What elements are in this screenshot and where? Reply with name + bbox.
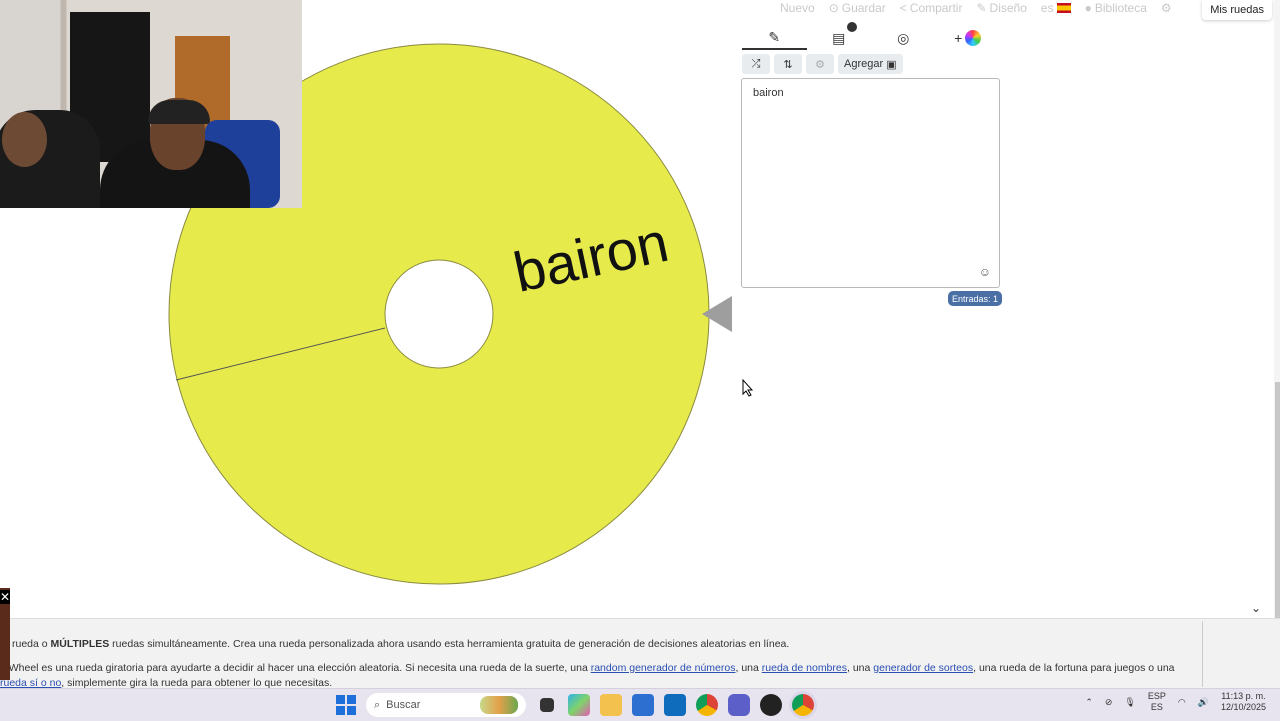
spain-flag-icon <box>1056 3 1071 13</box>
editor-tabs: ✎ ▤ ◎ + <box>742 22 1001 50</box>
search-icon: ⌕ <box>374 698 381 711</box>
language-label: es <box>1040 1 1054 15</box>
save-icon: ⊙ <box>828 1 839 15</box>
entries-textarea[interactable]: bairon ☺ <box>741 78 1000 288</box>
description-line-1: rueda o MÚLTIPLES ruedas simultáneamente… <box>12 638 790 650</box>
language-selector[interactable]: es <box>1041 1 1071 15</box>
save-button[interactable]: ⊙ Guardar <box>829 1 886 15</box>
my-wheels-button[interactable]: Mis ruedas <box>1202 0 1272 20</box>
wifi-icon[interactable]: ◠ <box>1178 697 1186 708</box>
library-button[interactable]: ● Biblioteca <box>1085 1 1147 15</box>
wheel-center[interactable] <box>384 259 494 369</box>
description-section: rueda o MÚLTIPLES ruedas simultáneamente… <box>0 618 1280 689</box>
save-label: Guardar <box>841 1 886 15</box>
tab-hide[interactable]: ◎ <box>871 26 936 50</box>
entries-count-badge: Entradas: 1 <box>948 291 1003 306</box>
number-generator-link[interactable]: random generador de números <box>591 662 736 674</box>
microphone-icon[interactable]: 🎙 <box>1124 697 1135 708</box>
close-icon[interactable]: ✕ <box>0 590 10 604</box>
my-wheels-label: Mis ruedas <box>1210 4 1264 16</box>
chrome-icon[interactable] <box>696 694 718 716</box>
file-explorer-icon[interactable] <box>600 694 622 716</box>
editor-toolbar: ⤮ ⇅ ⚙ Agregar ▣ <box>742 54 903 74</box>
tab-edit[interactable]: ✎ <box>742 26 807 50</box>
entry-item: bairon <box>753 87 784 99</box>
chrome-active-icon[interactable] <box>792 694 814 716</box>
globe-icon: ● <box>1084 1 1092 15</box>
mouse-cursor-icon <box>742 379 754 397</box>
gear-icon: ⚙ <box>1160 1 1172 15</box>
entries-count-label: Entradas: 1 <box>952 293 999 304</box>
windows-start-icon[interactable] <box>336 695 356 715</box>
advanced-button[interactable]: ⚙ <box>806 54 834 74</box>
clock[interactable]: 11:13 p. m. 12/10/2025 <box>1221 691 1266 713</box>
new-label: Nuevo <box>780 1 815 15</box>
task-view-icon[interactable] <box>540 698 554 712</box>
add-image-label: Agregar <box>844 58 884 70</box>
description-line-2: e Wheel es una rueda giratoria para ayud… <box>0 662 1175 674</box>
image-icon: ▣ <box>886 58 897 71</box>
app-icon[interactable] <box>728 694 750 716</box>
shuffle-button[interactable]: ⤮ <box>742 54 770 74</box>
add-image-button[interactable]: Agregar ▣ <box>838 54 903 74</box>
obs-icon[interactable] <box>760 694 782 716</box>
page-scrollbar[interactable] <box>1274 0 1280 690</box>
shuffle-icon: ⤮ <box>751 57 761 70</box>
webcam-overlay <box>0 0 302 208</box>
windows-taskbar: ⌕ Buscar ⌃ ⊘ 🎙 ESP ES ◠ 🔊 11:13 p. m. 12/1… <box>0 688 1280 721</box>
pencil-icon: ✎ <box>976 1 987 15</box>
store-icon[interactable] <box>632 694 654 716</box>
design-button[interactable]: ✎ Diseño <box>976 1 1026 15</box>
design-label: Diseño <box>989 1 1027 15</box>
share-button[interactable]: < Compartir <box>900 1 963 15</box>
volume-icon[interactable]: 🔊 <box>1198 697 1209 708</box>
system-tray: ⌃ ⊘ 🎙 ESP ES ◠ 🔊 11:13 p. m. 12/10/2025 <box>1085 691 1266 713</box>
name-wheel-link[interactable]: rueda de nombres <box>762 662 847 674</box>
raffle-generator-link[interactable]: generador de sorteos <box>873 662 973 674</box>
tab-add-wheel[interactable]: + <box>936 26 1001 50</box>
eye-slash-icon: ◎ <box>897 29 910 46</box>
sort-icon: ⇅ <box>783 58 793 71</box>
settings-button[interactable]: ⚙ <box>1161 1 1172 15</box>
chevron-up-icon[interactable]: ⌃ <box>1085 697 1093 708</box>
copilot-icon[interactable] <box>568 694 590 716</box>
wheel-pointer-icon <box>702 296 732 332</box>
share-icon: < <box>899 1 907 15</box>
new-button[interactable]: Nuevo <box>780 1 815 15</box>
chevron-down-icon[interactable]: ⌄ <box>1251 601 1261 615</box>
library-label: Biblioteca <box>1094 1 1147 15</box>
pencil-icon: ✎ <box>768 28 781 45</box>
sort-button[interactable]: ⇅ <box>774 54 802 74</box>
results-badge <box>847 22 857 32</box>
plus-icon: + <box>954 30 963 46</box>
share-label: Compartir <box>909 1 963 15</box>
taskbar-search[interactable]: ⌕ Buscar <box>366 693 526 717</box>
tab-results[interactable]: ▤ <box>807 22 872 50</box>
outlook-icon[interactable] <box>664 694 686 716</box>
clipboard-icon: ▤ <box>832 29 846 46</box>
search-placeholder: Buscar <box>386 699 421 711</box>
input-language[interactable]: ESP ES <box>1148 691 1166 713</box>
search-highlight-icon <box>480 696 518 714</box>
color-wheel-icon <box>965 30 982 46</box>
network-off-icon[interactable]: ⊘ <box>1105 697 1113 708</box>
scrollbar-thumb[interactable] <box>1275 382 1280 618</box>
emoji-icon[interactable]: ☺ <box>979 265 991 279</box>
gear-icon: ⚙ <box>815 58 825 71</box>
